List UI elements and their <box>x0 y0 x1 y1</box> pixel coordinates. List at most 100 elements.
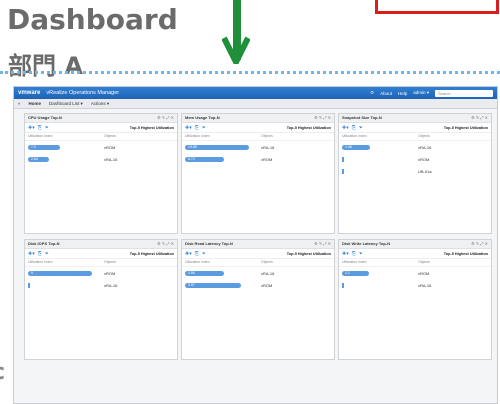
export-icon[interactable]: ⎘ <box>38 125 42 131</box>
list-item[interactable]: 2.84 vRA-16 <box>25 153 177 165</box>
col-utilization: Utilization Index <box>185 134 210 138</box>
utilization-bar <box>28 282 30 288</box>
column-header: Utilization Index Objects <box>182 133 334 141</box>
widget-caption: Top-5 Highest Utilization <box>443 125 488 130</box>
object-name: UB-01a <box>418 168 432 174</box>
widget-controls[interactable]: ⚙ ✎ ⤢ ✕ <box>314 240 331 248</box>
home-tab[interactable]: Home <box>29 101 42 106</box>
col-utilization: Utilization Index <box>28 134 53 138</box>
widget-panel: Snapshot Size Top-N ⚙ ✎ ⤢ ✕ ✚▾ ⎘ ⏷ Top-5… <box>338 113 492 234</box>
utilization-bar: 6.72 <box>185 156 224 162</box>
list-item[interactable]: vROM <box>339 153 491 165</box>
widget-header: CPU Usage Top-N ⚙ ✎ ⤢ ✕ <box>25 114 177 123</box>
settings-icon[interactable]: ✚▾ <box>342 125 349 131</box>
object-name: vRA-16 <box>418 282 432 288</box>
list-item[interactable]: 7.2 vROM <box>25 141 177 153</box>
filter-icon[interactable]: ⏷ <box>202 251 206 257</box>
utilization-bar: 1.56 <box>342 144 370 150</box>
filter-icon[interactable]: ⏷ <box>202 125 206 131</box>
widget-title: Disk Write Latency Top-N <box>342 241 391 246</box>
column-header: Utilization Index Objects <box>25 259 177 267</box>
column-header: Utilization Index Objects <box>25 133 177 141</box>
object-name: vRA-16 <box>104 282 118 288</box>
filter-icon[interactable]: ⏷ <box>359 125 363 131</box>
arrow-head-icon <box>222 36 250 64</box>
widget-header: Snapshot Size Top-N ⚙ ✎ ⤢ ✕ <box>339 114 491 123</box>
col-utilization: Utilization Index <box>342 134 367 138</box>
list-item[interactable]: 6.72 vROM <box>182 153 334 165</box>
help-link[interactable]: Help <box>398 91 407 96</box>
filter-icon[interactable]: ⏷ <box>359 251 363 257</box>
widget-header: Disk Write Latency Top-N ⚙ ✎ ⤢ ✕ <box>339 240 491 249</box>
utilization-bar: 7.2 <box>28 144 60 150</box>
col-objects: Objects <box>104 260 116 264</box>
widget-panel: Mem Usage Top-N ⚙ ✎ ⤢ ✕ ✚▾ ⎘ ⏷ Top-5 Hig… <box>181 113 335 234</box>
filter-icon[interactable]: ⏷ <box>45 251 49 257</box>
list-item[interactable]: 1.56 vRA-16 <box>339 141 491 153</box>
col-objects: Objects <box>261 260 273 264</box>
list-item[interactable]: vRA-16 <box>339 279 491 291</box>
object-name: vRA-16 <box>261 144 275 150</box>
slide-title: Dashboard <box>7 3 178 36</box>
widget-title: CPU Usage Top-N <box>28 115 62 120</box>
app-topbar: vmware vRealize Operations Manager ⟳ Abo… <box>14 87 497 99</box>
widget-toolbar: ✚▾ ⎘ ⏷ Top-5 Highest Utilization <box>339 123 491 133</box>
widget-title: Mem Usage Top-N <box>185 115 220 120</box>
about-link[interactable]: About <box>380 91 392 96</box>
list-item[interactable]: vRA-16 <box>25 279 177 291</box>
column-header: Utilization Index Objects <box>182 259 334 267</box>
column-header: Utilization Index Objects <box>339 259 491 267</box>
filter-icon[interactable]: ⏷ <box>45 125 49 131</box>
settings-icon[interactable]: ✚▾ <box>185 125 192 131</box>
widget-controls[interactable]: ⚙ ✎ ⤢ ✕ <box>157 114 174 122</box>
user-menu[interactable]: admin ▾ <box>413 90 429 96</box>
list-item[interactable]: 0.57 vROM <box>182 279 334 291</box>
dashboard-list-menu[interactable]: Dashboard List ▾ <box>49 101 83 107</box>
widget-toolbar: ✚▾ ⎘ ⏷ Top-5 Highest Utilization <box>339 249 491 259</box>
refresh-icon[interactable]: ⟳ <box>370 90 374 96</box>
list-item[interactable]: 2.2 vROM <box>339 267 491 279</box>
col-utilization: Utilization Index <box>185 260 210 264</box>
export-icon[interactable]: ⎘ <box>38 251 42 257</box>
export-icon[interactable]: ⎘ <box>352 125 356 131</box>
utilization-bar: 2.2 <box>342 270 369 276</box>
widget-header: Disk IOPS Top-N ⚙ ✎ ⤢ ✕ <box>25 240 177 249</box>
col-objects: Objects <box>418 134 430 138</box>
widget-controls[interactable]: ⚙ ✎ ⤢ ✕ <box>471 240 488 248</box>
actions-menu[interactable]: Actions ▾ <box>91 101 109 107</box>
export-icon[interactable]: ⎘ <box>195 251 199 257</box>
object-name: vRA-16 <box>104 156 118 162</box>
widget-toolbar: ✚▾ ⎘ ⏷ Top-5 Highest Utilization <box>25 123 177 133</box>
list-item[interactable]: 5 vROM <box>25 267 177 279</box>
widget-title: Disk Read Latency Top-N <box>185 241 233 246</box>
widget-caption: Top-5 Highest Utilization <box>129 251 174 256</box>
widget-caption: Top-5 Highest Utilization <box>129 125 174 130</box>
export-icon[interactable]: ⎘ <box>352 251 356 257</box>
search-input[interactable]: Search <box>435 89 493 97</box>
export-icon[interactable]: ⎘ <box>195 125 199 131</box>
settings-icon[interactable]: ✚▾ <box>28 251 35 257</box>
utilization-bar <box>342 168 344 174</box>
settings-icon[interactable]: ✚▾ <box>28 125 35 131</box>
widget-controls[interactable]: ⚙ ✎ ⤢ ✕ <box>157 240 174 248</box>
utilization-bar: 2.84 <box>28 156 49 162</box>
list-item[interactable]: 0.86 vRA-16 <box>182 267 334 279</box>
dotted-divider <box>0 71 500 74</box>
settings-icon[interactable]: ✚▾ <box>185 251 192 257</box>
widget-controls[interactable]: ⚙ ✎ ⤢ ✕ <box>471 114 488 122</box>
widget-toolbar: ✚▾ ⎘ ⏷ Top-5 Highest Utilization <box>182 123 334 133</box>
nav-bar: « Home Dashboard List ▾ Actions ▾ <box>14 99 497 109</box>
object-name: vROM <box>418 270 430 276</box>
collapse-icon[interactable]: « <box>18 101 21 106</box>
widget-title: Snapshot Size Top-N <box>342 115 382 120</box>
object-name: vROM <box>418 156 430 162</box>
widget-title: Disk IOPS Top-N <box>28 241 60 246</box>
settings-icon[interactable]: ✚▾ <box>342 251 349 257</box>
list-item[interactable]: 19.89 vRA-16 <box>182 141 334 153</box>
col-utilization: Utilization Index <box>28 260 53 264</box>
widget-controls[interactable]: ⚙ ✎ ⤢ ✕ <box>314 114 331 122</box>
object-name: vROM <box>104 270 116 276</box>
list-item[interactable]: UB-01a <box>339 165 491 177</box>
utilization-bar: 5 <box>28 270 92 276</box>
widget-panel: Disk Write Latency Top-N ⚙ ✎ ⤢ ✕ ✚▾ ⎘ ⏷ … <box>338 239 492 360</box>
